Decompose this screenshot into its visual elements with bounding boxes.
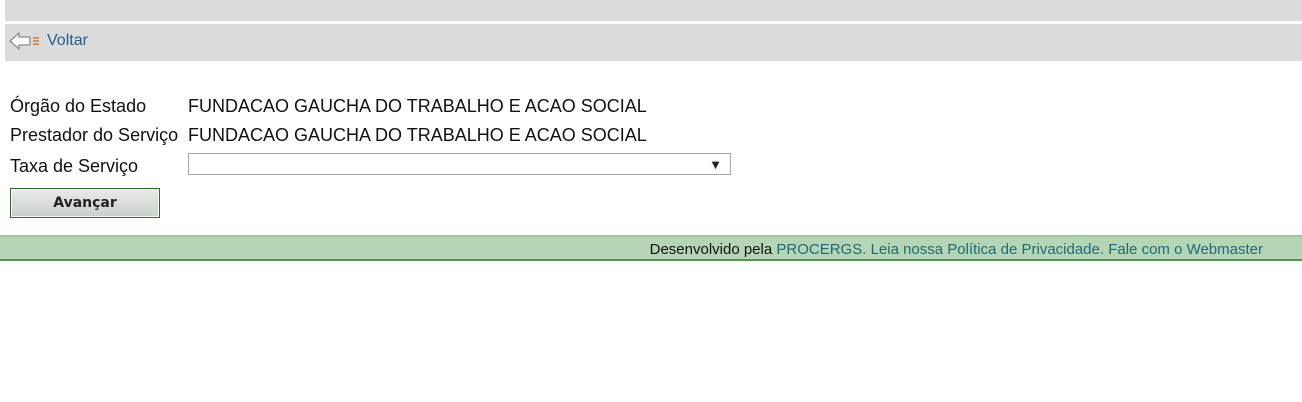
- footer-text: Desenvolvido pela PROCERGS. Leia nossa P…: [650, 241, 1263, 258]
- dropdown-arrow-icon: ▼: [709, 157, 722, 172]
- back-link-label: Voltar: [47, 32, 88, 49]
- avancar-button[interactable]: Avançar: [10, 188, 160, 218]
- taxa-label: Taxa de Serviço: [10, 156, 139, 176]
- privacy-policy-link[interactable]: Leia nossa Política de Privacidade.: [871, 241, 1104, 258]
- taxa-select[interactable]: ▼: [188, 153, 731, 175]
- prestador-value: FUNDACAO GAUCHA DO TRABALHO E ACAO SOCIA…: [188, 125, 647, 145]
- back-link[interactable]: Voltar: [9, 30, 88, 52]
- top-bar: [5, 0, 1302, 21]
- webmaster-link[interactable]: Fale com o Webmaster: [1108, 241, 1263, 258]
- orgao-value: FUNDACAO GAUCHA DO TRABALHO E ACAO SOCIA…: [188, 96, 647, 116]
- footer: Desenvolvido pela PROCERGS. Leia nossa P…: [0, 235, 1302, 261]
- orgao-label: Órgão do Estado: [10, 96, 147, 116]
- prestador-label: Prestador do Serviço: [10, 125, 179, 145]
- navigation-bar: Voltar: [5, 24, 1302, 61]
- footer-prefix: Desenvolvido pela: [649, 241, 773, 258]
- procergs-link[interactable]: PROCERGS.: [776, 241, 866, 258]
- back-arrow-icon: [9, 30, 42, 52]
